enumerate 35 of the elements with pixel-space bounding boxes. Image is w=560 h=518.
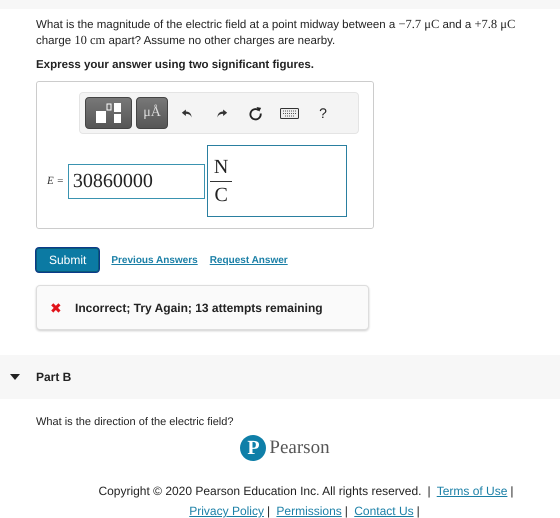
footer-link[interactable]: Terms of Use [436,484,508,498]
separator: | [510,484,514,498]
keyboard-icon [280,108,298,118]
reset-icon [248,106,262,120]
footer-link[interactable]: Privacy Policy [189,504,264,518]
footer-link[interactable]: Permissions [276,504,342,518]
variable-label: E = [47,175,64,187]
separator: | [344,504,348,518]
unit-field[interactable]: N C [206,145,347,217]
templates-icon [94,102,122,124]
part-header[interactable]: Part B [0,355,560,399]
separator: | [427,484,431,498]
redo-icon [214,106,228,120]
undo-icon [180,106,194,120]
separator: | [416,504,420,518]
unit-numerator: N [210,154,232,182]
logo-text: Pearson [269,437,330,459]
answer-field[interactable]: 30860000 [68,164,205,198]
unit-denominator: C [213,182,229,208]
copyright-text: Copyright © 2020 Pearson Education Inc. All rights reserved. [98,484,422,498]
cross-icon: ✖ [50,300,62,316]
logo-mark: P [240,435,266,461]
help-button[interactable]: ? [308,101,338,125]
question-text: What is the magnitude of the electric field at a point midway between a −7.7 μC and a +7.8 μC charge 10 cm apart? Assume no other charges are nearby. [36,17,516,49]
templates-button[interactable] [85,97,132,129]
feedback-text: Incorrect; Try Again; 13 attempts remaining [75,300,323,314]
footer-link[interactable]: Contact Us [354,504,414,518]
instruction-text: Express your answer using two significant figures. [36,59,315,71]
part-title: Part B [36,370,72,384]
part-question: What is the direction of the electric field? [36,416,234,428]
separator: | [266,504,270,518]
submit-button[interactable]: Submit [36,248,100,272]
units-button[interactable]: μÅ [136,97,168,129]
answer-link[interactable]: Request Answer [210,254,288,266]
answer-link[interactable]: Previous Answers [111,254,198,266]
